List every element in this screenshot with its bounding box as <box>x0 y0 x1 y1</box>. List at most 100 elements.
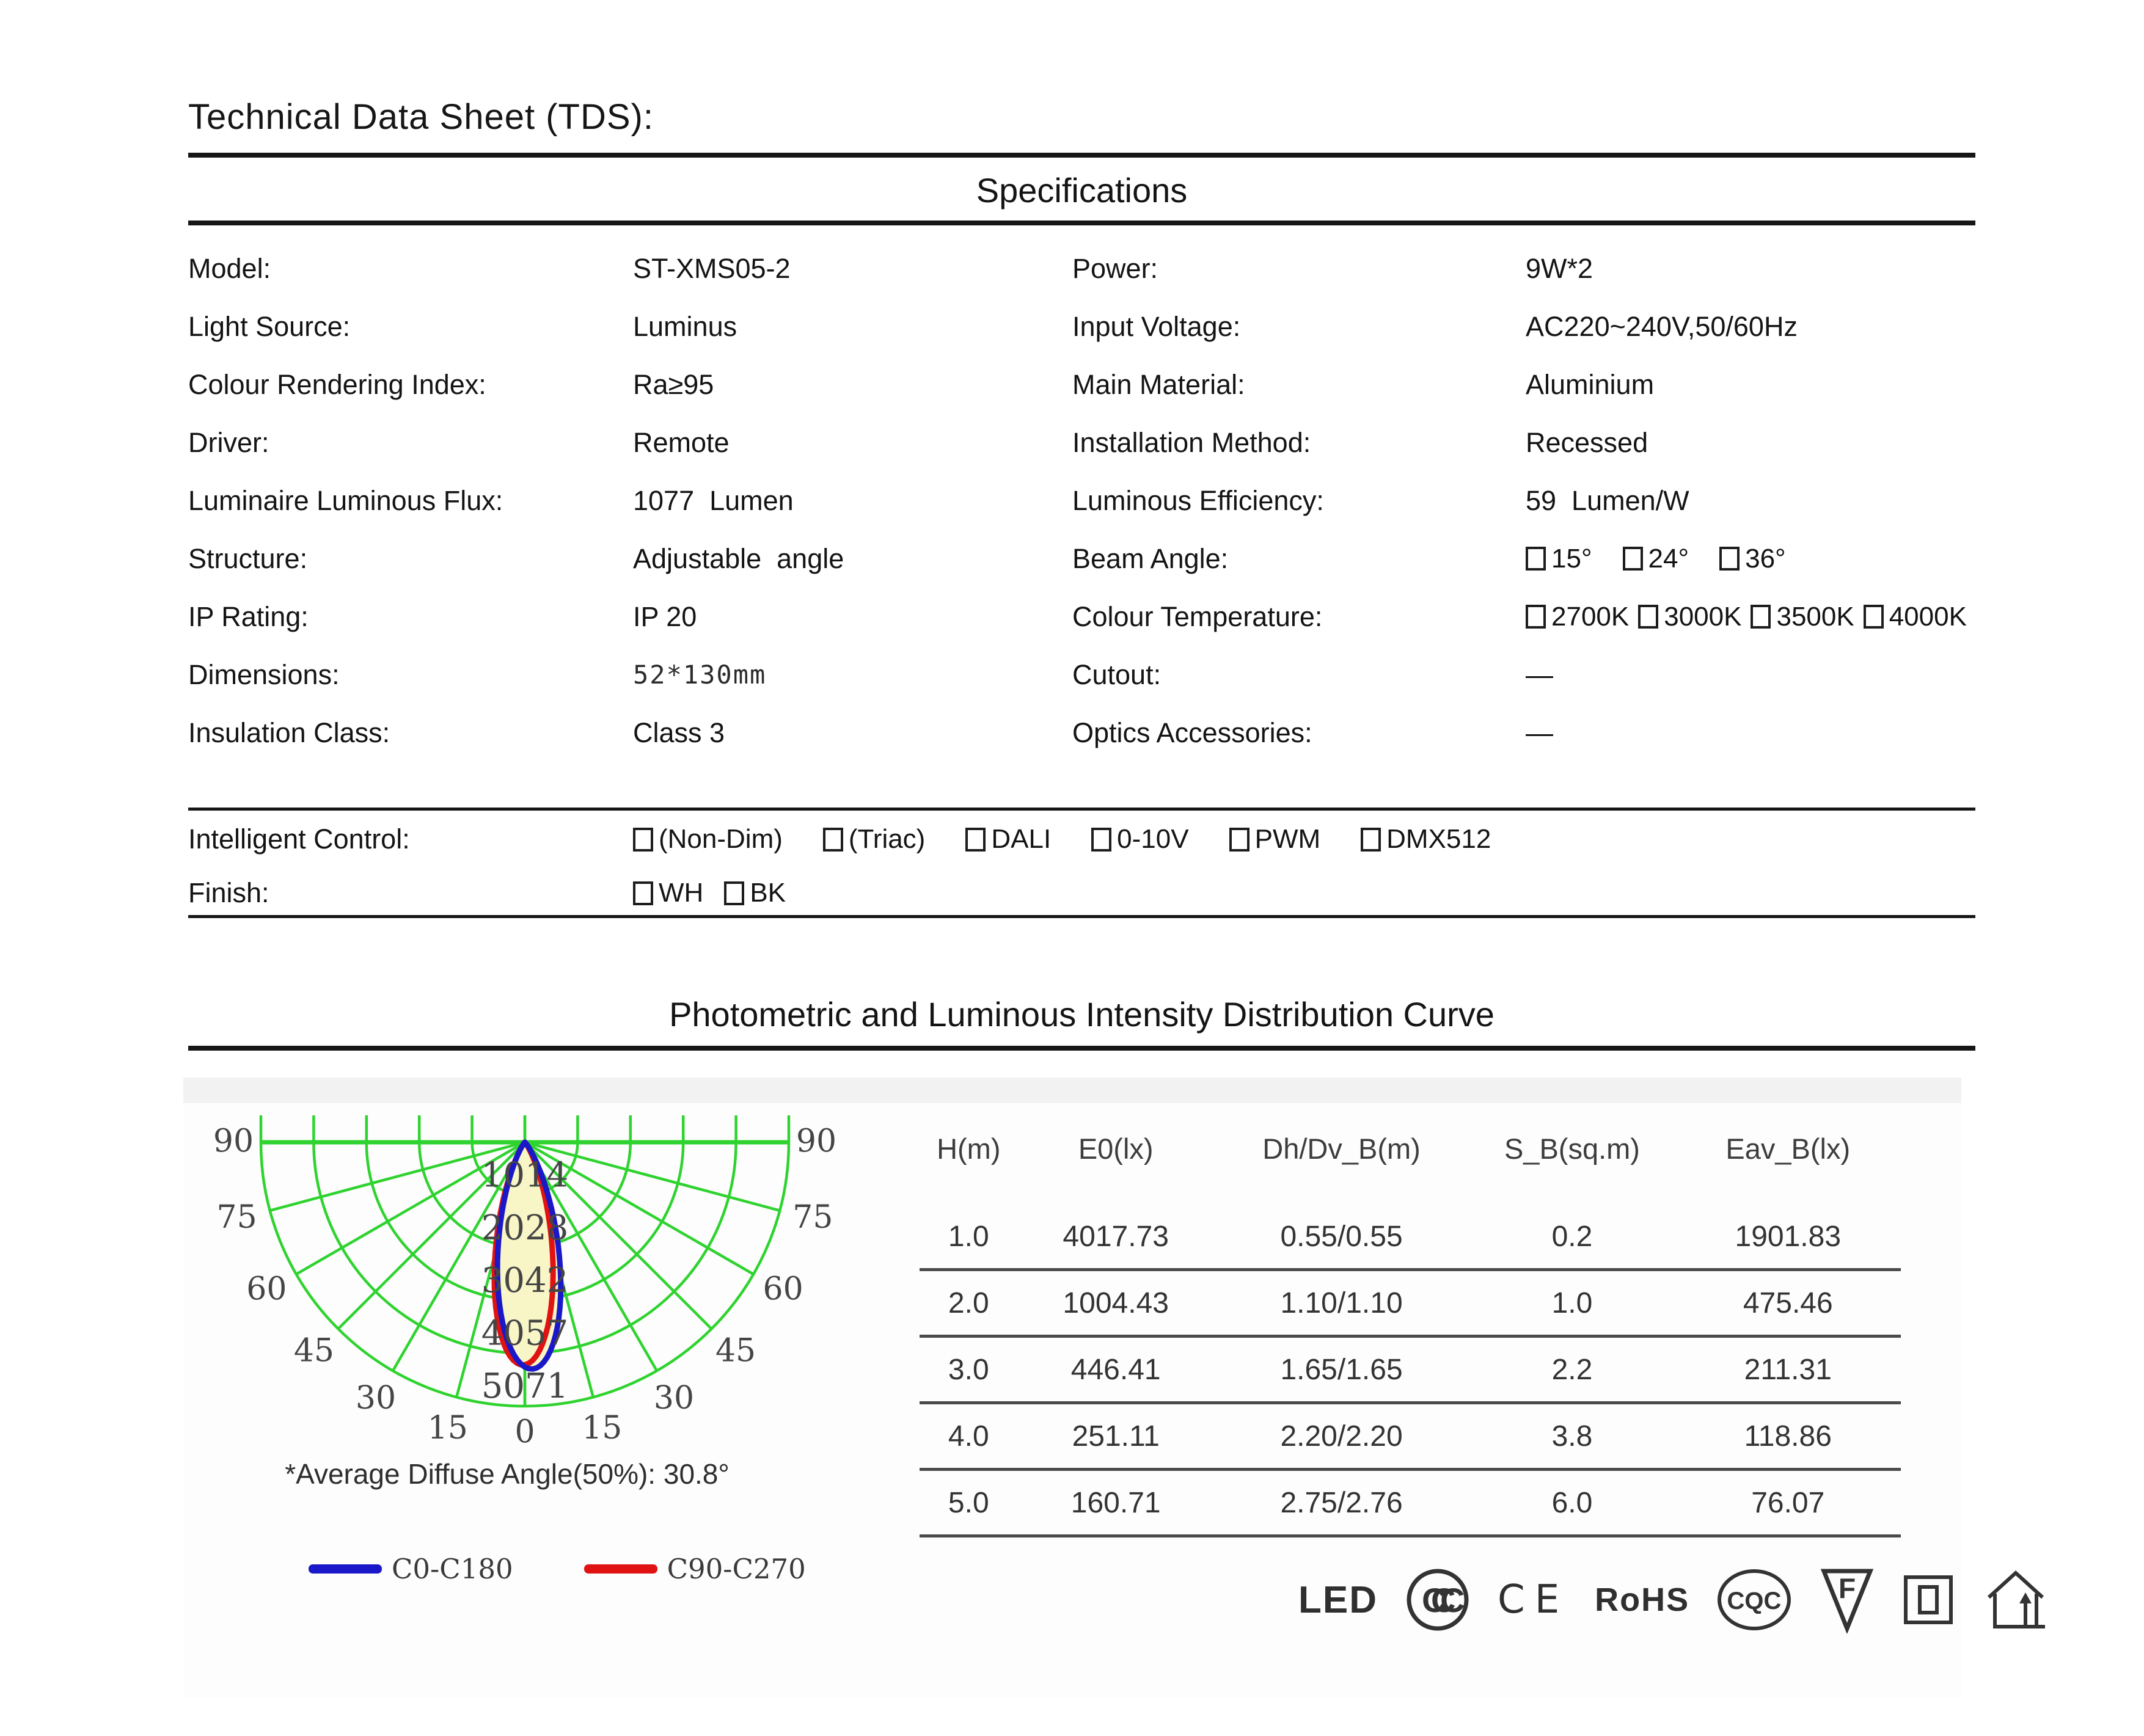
angle-label: 15 <box>428 1410 468 1446</box>
cert-item-rohs: RoHS <box>1595 1581 1689 1619</box>
table-cell: 1901.83 <box>1735 1220 1842 1253</box>
legend-swatch <box>584 1564 657 1574</box>
checkbox-option: BK <box>724 878 786 908</box>
divider <box>188 915 1975 918</box>
spec-label: Model: <box>188 252 271 284</box>
intensity-distribution-chart: 1014202830424057507115153030454560607575… <box>213 1115 836 1451</box>
control-row: Finish: WH BK <box>188 866 1975 920</box>
divider <box>188 808 1975 811</box>
spec-row: Luminous Efficiency: 59 Lumen/W <box>1072 472 1970 530</box>
divider <box>188 153 1975 158</box>
spec-label: Dimensions: <box>188 658 340 690</box>
angle-label: 75 <box>217 1199 257 1236</box>
spec-row: Cutout: — <box>1072 646 1970 704</box>
angle-label: 90 <box>796 1123 836 1160</box>
spec-value: AC220~240V,50/60Hz <box>1526 310 1798 342</box>
spec-value: 59 Lumen/W <box>1526 484 1689 516</box>
angle-label: 75 <box>792 1199 833 1236</box>
table-cell: 0.2 <box>1551 1220 1593 1253</box>
cqc-mark-icon: CQC <box>1718 1569 1791 1630</box>
table-header-cell: Dh/Dv_B(m) <box>1262 1132 1421 1165</box>
spec-label: Insulation Class: <box>188 717 390 748</box>
ccc-mark-icon: C C C <box>1407 1569 1469 1631</box>
table-cell: 0.55/0.55 <box>1280 1220 1403 1253</box>
checkbox-option: 3000K <box>1638 602 1741 632</box>
checkbox[interactable] <box>724 881 745 905</box>
checkbox-option: 24° <box>1622 544 1689 574</box>
checkbox[interactable] <box>1526 605 1546 629</box>
checkbox[interactable] <box>1526 547 1546 571</box>
spec-label: Power: <box>1072 252 1158 284</box>
spec-value: 52*130mm <box>633 660 767 690</box>
legend-swatch <box>309 1564 382 1574</box>
spec-label: Main Material: <box>1072 368 1245 400</box>
checkbox[interactable] <box>1751 605 1771 629</box>
spec-value: 2700K 3000K 3500K 4000K <box>1526 602 1967 632</box>
table-cell: 446.41 <box>1070 1353 1161 1386</box>
checkbox[interactable] <box>1361 827 1381 852</box>
checkbox-option: DALI <box>965 824 1051 855</box>
checkbox[interactable] <box>822 827 843 852</box>
table-cell: 2.0 <box>948 1286 989 1319</box>
divider <box>188 221 1975 225</box>
spec-value: 9W*2 <box>1526 252 1593 284</box>
angle-label: 90 <box>213 1123 254 1160</box>
spec-label: Input Voltage: <box>1072 310 1241 342</box>
spec-label: Colour Temperature: <box>1072 600 1323 632</box>
cert-item-led: LED <box>1298 1578 1378 1622</box>
svg-text:CQC: CQC <box>1727 1588 1782 1614</box>
spec-value: — <box>1526 717 1553 748</box>
checkbox[interactable] <box>1638 605 1659 629</box>
control-rows: Intelligent Control: (Non-Dim) (Triac) DALI… <box>188 812 1975 920</box>
cert-item-cqc: CQC <box>1715 1567 1793 1633</box>
spec-row: Driver: Remote <box>188 414 1062 472</box>
spec-value: Luminus <box>633 310 737 342</box>
ring-label: 4057 <box>481 1314 569 1354</box>
checkbox[interactable] <box>1091 827 1112 852</box>
table-cell: 118.86 <box>1744 1420 1832 1453</box>
control-row: Intelligent Control: (Non-Dim) (Triac) DALI… <box>188 812 1975 866</box>
checkbox[interactable] <box>633 881 653 905</box>
checkbox-option: 4000K <box>1863 602 1967 632</box>
checkbox-option: WH <box>633 878 703 908</box>
led-label: LED <box>1298 1578 1378 1621</box>
cert-item-ccc: C C C <box>1403 1566 1472 1634</box>
average-diffuse-angle-note: *Average Diffuse Angle(50%): 30.8° <box>285 1458 730 1490</box>
class-ii-icon <box>1904 1575 1953 1624</box>
spec-label: Finish: <box>188 877 269 908</box>
checkbox-options: (Non-Dim) (Triac) DALI 0-10V PWM DMX512 <box>633 824 1491 855</box>
cert-item-f-mark: F <box>1819 1566 1875 1633</box>
spec-row: Light Source: Luminus <box>188 297 1062 356</box>
spec-label: Driver: <box>188 426 269 458</box>
chart-legend: C0-C180 C90-C270 <box>309 1553 806 1585</box>
table-cell: 4.0 <box>948 1420 989 1453</box>
cert-item-class-ii <box>1901 1572 1956 1627</box>
spec-label: Structure: <box>188 542 308 574</box>
photometric-panel: 1014 2028 3042 4057 5071 15 15 30 30 45 45 60 60 75 75… <box>183 1078 2046 1698</box>
checkbox[interactable] <box>1229 827 1249 852</box>
checkbox[interactable] <box>633 827 653 852</box>
spec-label: IP Rating: <box>188 600 309 632</box>
spec-value: Class 3 <box>633 717 725 748</box>
angle-label: 45 <box>715 1333 756 1369</box>
table-cell: 251.11 <box>1072 1420 1160 1453</box>
spec-value: — <box>1526 658 1553 690</box>
page-title: Technical Data Sheet (TDS): <box>188 97 654 137</box>
spec-row: Insulation Class: Class 3 <box>188 704 1062 762</box>
checkbox[interactable] <box>1719 547 1740 571</box>
ring-label: 3042 <box>481 1261 569 1300</box>
spec-label: Intelligent Control: <box>188 823 410 855</box>
checkbox[interactable] <box>1622 547 1643 571</box>
angle-label: 30 <box>654 1380 694 1417</box>
table-cell: 1.10/1.10 <box>1280 1286 1403 1319</box>
checkbox[interactable] <box>965 827 986 852</box>
checkbox[interactable] <box>1863 605 1884 629</box>
table-cell: 211.31 <box>1744 1353 1832 1386</box>
spec-label: Colour Rendering Index: <box>188 368 486 400</box>
house-icon <box>1988 1570 2046 1628</box>
table-cell: 3.8 <box>1551 1420 1593 1453</box>
spec-row: Colour Temperature: 2700K 3000K 3500K 4000K <box>1072 588 1970 646</box>
table-header-row: H(m) E0(lx) Dh/Dv_B(m) S_B(sq.m) Eav_B(lx) <box>920 1121 1901 1175</box>
spec-value: Ra≥95 <box>633 368 714 400</box>
spec-value: ST-XMS05-2 <box>633 252 791 284</box>
